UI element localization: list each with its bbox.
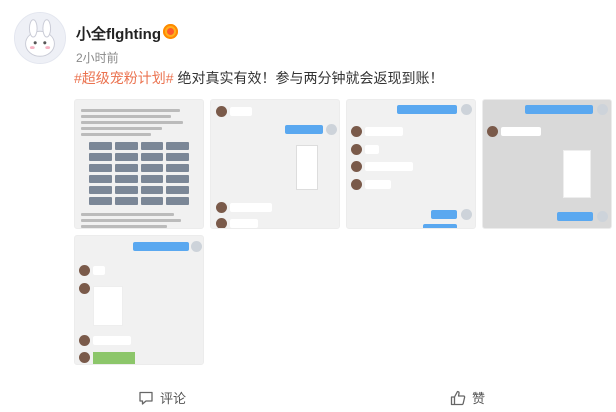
post-text: #超级宠粉计划# 绝对真实有效！参与两分钟就会返现到账！ [74, 68, 443, 88]
comment-label: 评论 [160, 391, 187, 406]
document-preview [81, 106, 197, 228]
avatar[interactable] [14, 12, 66, 64]
chat-avatar-icon [216, 106, 227, 117]
comment-icon [138, 390, 154, 406]
vip-badge-icon [163, 24, 178, 39]
comment-button[interactable]: 评论 [138, 388, 186, 407]
like-button[interactable]: 赞 [450, 388, 485, 407]
image-thumbnail-4[interactable] [482, 99, 612, 229]
image-thumbnail-3[interactable] [346, 99, 476, 229]
image-thumbnail-1[interactable] [74, 99, 204, 229]
like-label: 赞 [472, 391, 486, 406]
post-body: 绝对真实有效！参与两分钟就会返现到账！ [173, 70, 444, 86]
image-thumbnail-2[interactable] [210, 99, 340, 229]
thumbs-up-icon [450, 390, 466, 406]
hashtag-link[interactable]: #超级宠粉计划# [74, 70, 174, 86]
image-thumbnail-5[interactable] [74, 235, 204, 365]
username[interactable]: 小全flghting [76, 23, 161, 44]
timestamp[interactable]: 2小时前 [76, 49, 119, 66]
